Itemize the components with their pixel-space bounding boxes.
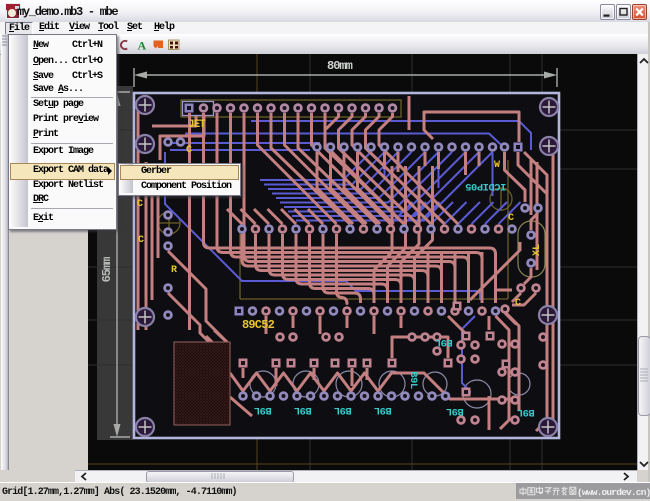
svg-text:B9L: B9L <box>435 336 453 348</box>
svg-text:B9L: B9L <box>517 406 535 418</box>
svg-text:C: C <box>137 199 143 210</box>
svg-text:B9L: B9L <box>446 405 464 417</box>
svg-text:C: C <box>515 298 521 309</box>
svg-text:ICDIP05: ICDIP05 <box>465 180 506 192</box>
svg-text:B9L: B9L <box>254 404 272 416</box>
svg-text:R: R <box>171 265 177 276</box>
svg-text:C: C <box>138 235 144 246</box>
svg-text:65mm: 65mm <box>100 257 114 283</box>
svg-text:(www.ourdev.cn): (www.ourdev.cn) <box>577 487 650 498</box>
svg-text:W: W <box>494 160 500 171</box>
svg-text:89C52: 89C52 <box>242 318 275 332</box>
svg-text:B9L: B9L <box>334 404 352 416</box>
svg-text:A: A <box>138 39 147 53</box>
svg-text:C: C <box>508 213 514 224</box>
svg-text:B9L: B9L <box>407 371 419 389</box>
svg-text:B9L: B9L <box>294 404 312 416</box>
svg-text:JET: JET <box>188 119 206 131</box>
svg-text:80mm: 80mm <box>327 59 353 73</box>
svg-text:C: C <box>186 145 192 156</box>
svg-text:B9L: B9L <box>374 404 392 416</box>
svg-text:XL: XL <box>532 244 543 256</box>
